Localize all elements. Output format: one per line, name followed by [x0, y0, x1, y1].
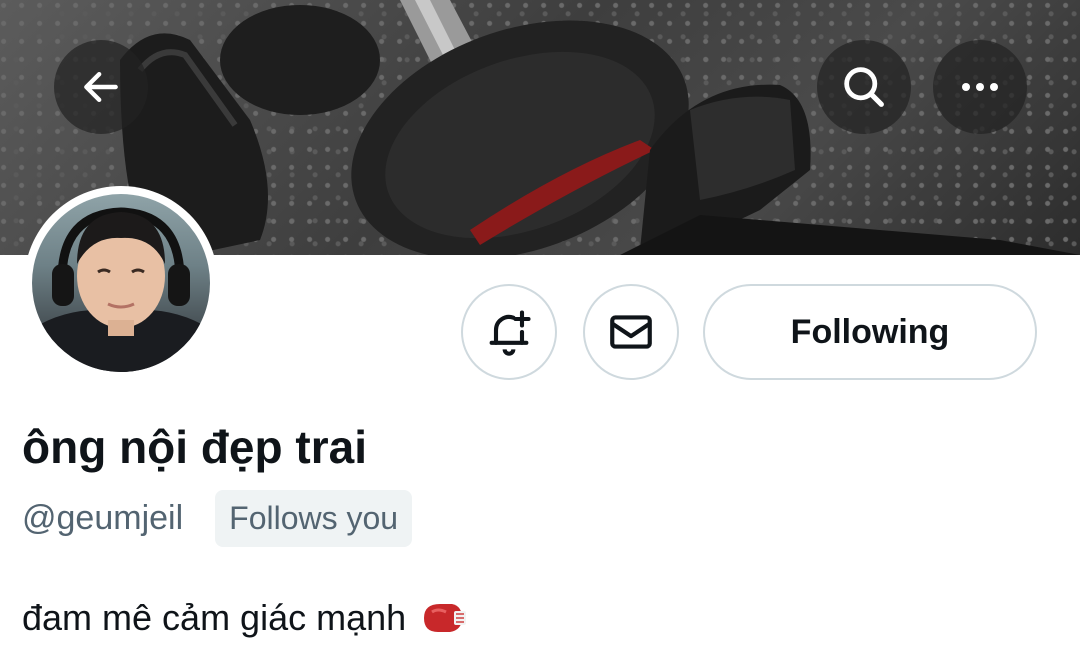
- message-button[interactable]: [583, 284, 679, 380]
- envelope-icon: [610, 315, 652, 349]
- avatar[interactable]: [24, 186, 218, 380]
- display-name: ông nội đẹp trai: [22, 421, 367, 473]
- boxing-glove-icon: [418, 598, 468, 638]
- search-icon: [844, 67, 884, 107]
- arrow-left-icon: [84, 71, 118, 103]
- bio: đam mê cảm giác mạnh: [22, 597, 468, 639]
- notifications-button[interactable]: [461, 284, 557, 380]
- bell-plus-icon: [489, 310, 531, 356]
- handle-row: @geumjeil Follows you: [22, 488, 413, 548]
- avatar-photo: [32, 194, 210, 372]
- more-options-button[interactable]: [933, 40, 1027, 134]
- following-button[interactable]: Following: [703, 284, 1037, 380]
- search-button[interactable]: [817, 40, 911, 134]
- follows-you-badge: Follows you: [215, 489, 413, 547]
- bio-text: đam mê cảm giác mạnh: [22, 597, 407, 638]
- user-handle: @geumjeil: [22, 498, 184, 537]
- more-horizontal-icon: [962, 83, 998, 91]
- back-button[interactable]: [54, 40, 148, 134]
